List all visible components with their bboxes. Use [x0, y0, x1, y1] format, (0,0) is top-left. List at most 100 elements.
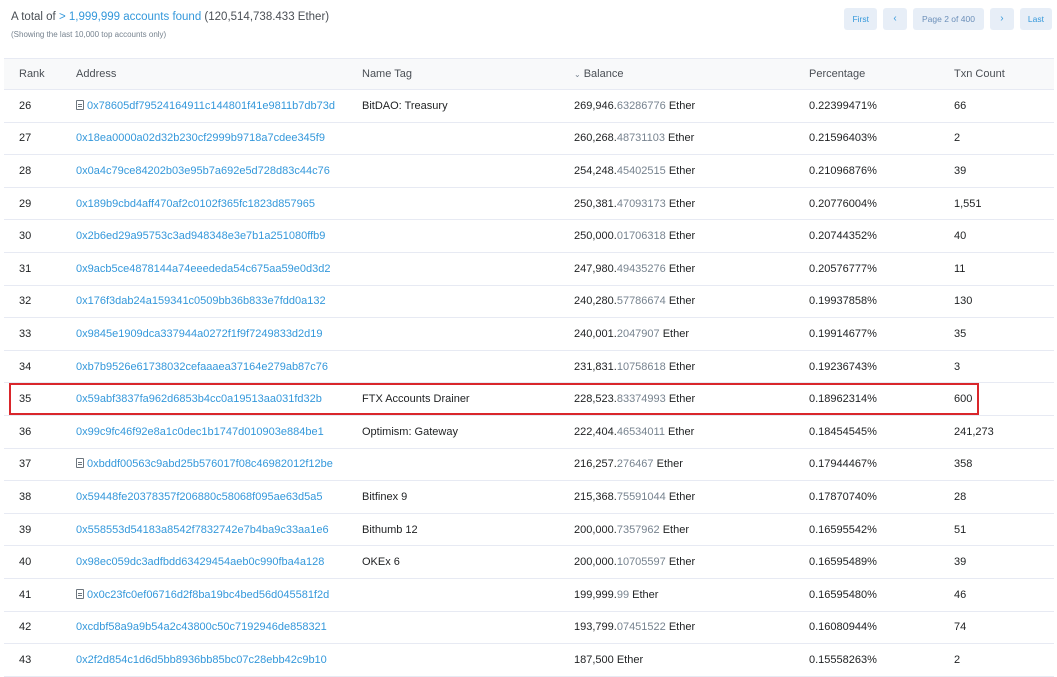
- table-row: 41 0x0c23fc0ef06716d2f8ba19bc4bed56d04558…: [4, 578, 1054, 612]
- name-tag-cell: Bithumb 12: [362, 513, 574, 547]
- address-cell: 0x558553d54183a8542f7832742e7b4ba9c33aa1…: [76, 513, 362, 547]
- address-link[interactable]: 0x18ea0000a02d32b230cf2999b9718a7cdee345…: [76, 132, 325, 144]
- balance-decimals: 10705597: [616, 556, 666, 569]
- txn-count-cell: 3: [954, 350, 1054, 384]
- balance-integer: 215,368.: [574, 490, 617, 503]
- rank-cell: 37: [4, 448, 76, 482]
- balance-cell: 269,946.63286776 Ether: [574, 89, 809, 123]
- table-row: 43 0x2f2d854c1d6d5bb8936bb85bc07c28ebb42c…: [4, 643, 1054, 677]
- txn-count-cell: 28: [954, 480, 1054, 514]
- balance-cell: 200,000.10705597 Ether: [574, 545, 809, 579]
- address-link[interactable]: 0x98ec059dc3adfbdd63429454aeb0c990fba4a1…: [76, 556, 324, 568]
- balance-unit: Ether: [629, 588, 659, 601]
- balance-integer: 228,523.: [574, 393, 617, 406]
- balance-integer: 254,248.: [574, 164, 617, 177]
- col-txn-count: Txn Count: [954, 58, 1054, 90]
- percentage-cell: 0.22399471%: [809, 89, 954, 123]
- address-cell: 0x2b6ed29a95753c3ad948348e3e7b1a251080ff…: [76, 219, 362, 253]
- balance-cell: 193,799.07451522 Ether: [574, 611, 809, 645]
- table-row: 29 0x189b9cbd4aff470af2c0102f365fc1823d85…: [4, 187, 1054, 221]
- address-link[interactable]: 0xbddf00563c9abd25b576017f08c46982012f12…: [87, 458, 333, 470]
- name-tag-cell: [362, 317, 574, 351]
- address-link[interactable]: 0x59448fe20378357f206880c58068f095ae63d5…: [76, 491, 323, 503]
- address-link[interactable]: 0x9845e1909dca337944a0272f1f9f7249833d2d…: [76, 328, 323, 340]
- name-tag-cell: [362, 350, 574, 384]
- balance-unit: Ether: [613, 653, 644, 666]
- txn-count-cell: 35: [954, 317, 1054, 351]
- percentage-cell: 0.18962314%: [809, 382, 954, 416]
- address-link[interactable]: 0x78605df79524164911c144801f41e9811b7db7…: [87, 100, 335, 112]
- col-balance-label: Balance: [583, 68, 624, 80]
- percentage-cell: 0.20744352%: [809, 219, 954, 253]
- results-header: A total of > 1,999,999 accounts found (1…: [0, 0, 1057, 58]
- last-page-button[interactable]: Last: [1019, 8, 1052, 30]
- balance-cell: 260,268.48731103 Ether: [574, 122, 809, 156]
- percentage-cell: 0.20576777%: [809, 252, 954, 286]
- next-page-button[interactable]: ›: [989, 8, 1014, 30]
- txn-count-cell: 600: [954, 382, 1054, 416]
- balance-cell: 199,999.99 Ether: [574, 578, 809, 612]
- balance-integer: 247,980.: [574, 262, 617, 275]
- balance-decimals: 276467: [616, 458, 654, 471]
- txn-count-cell: 51: [954, 513, 1054, 547]
- balance-cell: 240,280.57786674 Ether: [574, 285, 809, 319]
- txn-count-cell: 11: [954, 252, 1054, 286]
- table-row: 39 0x558553d54183a8542f7832742e7b4ba9c33a…: [4, 513, 1054, 547]
- address-link[interactable]: 0x59abf3837fa962d6853b4cc0a19513aa031fd3…: [76, 393, 322, 405]
- address-link[interactable]: 0x558553d54183a8542f7832742e7b4ba9c33aa1…: [76, 524, 329, 536]
- accounts-summary: A total of > 1,999,999 accounts found (1…: [11, 11, 329, 23]
- name-tag-cell: [362, 122, 574, 156]
- accounts-found-link[interactable]: > 1,999,999 accounts found: [59, 11, 201, 23]
- percentage-cell: 0.16595480%: [809, 578, 954, 612]
- prev-page-button[interactable]: ‹: [882, 8, 907, 30]
- txn-count-cell: 40: [954, 219, 1054, 253]
- table-row: 40 0x98ec059dc3adfbdd63429454aeb0c990fba4…: [4, 545, 1054, 579]
- address-link[interactable]: 0x189b9cbd4aff470af2c0102f365fc1823d8579…: [76, 198, 315, 210]
- address-cell: 0x176f3dab24a159341c0509bb36b833e7fdd0a1…: [76, 285, 362, 319]
- balance-unit: Ether: [665, 99, 696, 112]
- address-link[interactable]: 0x99c9fc46f92e8a1c0dec1b1747d010903e884b…: [76, 426, 324, 438]
- txn-count-cell: 1,551: [954, 187, 1054, 221]
- pagination: First ‹ Page 2 of 400 › Last: [844, 8, 1052, 30]
- first-page-button[interactable]: First: [844, 8, 877, 30]
- address-cell: 0x0a4c79ce84202b03e95b7a692e5d728d83c44c…: [76, 154, 362, 188]
- col-balance[interactable]: ⌄ Balance: [574, 58, 809, 90]
- percentage-cell: 0.19937858%: [809, 285, 954, 319]
- txn-count-cell: 39: [954, 545, 1054, 579]
- txn-count-cell: 2: [954, 122, 1054, 156]
- balance-unit: Ether: [665, 230, 696, 243]
- name-tag-cell: [362, 611, 574, 645]
- txn-count-cell: 2: [954, 643, 1054, 677]
- balance-integer: 250,000.: [574, 230, 617, 243]
- col-rank: Rank: [4, 58, 76, 90]
- table-row: 36 0x99c9fc46f92e8a1c0dec1b1747d010903e88…: [4, 415, 1054, 449]
- rank-cell: 36: [4, 415, 76, 449]
- address-link[interactable]: 0x9acb5ce4878144a74eeededa54c675aa59e0d3…: [76, 263, 330, 275]
- name-tag-cell: [362, 578, 574, 612]
- col-address: Address: [76, 58, 362, 90]
- showing-note: (Showing the last 10,000 top accounts on…: [11, 30, 167, 39]
- address-link[interactable]: 0xb7b9526e61738032cefaaaea37164e279ab87c…: [76, 361, 328, 373]
- balance-decimals: 45402515: [616, 164, 666, 177]
- percentage-cell: 0.19914677%: [809, 317, 954, 351]
- address-link[interactable]: 0x0a4c79ce84202b03e95b7a692e5d728d83c44c…: [76, 165, 330, 177]
- address-cell: 0x59abf3837fa962d6853b4cc0a19513aa031fd3…: [76, 382, 362, 416]
- balance-unit: Ether: [664, 425, 695, 438]
- address-link[interactable]: 0xcdbf58a9a9b54a2c43800c50c7192946de8583…: [76, 621, 327, 633]
- table-row: 35 0x59abf3837fa962d6853b4cc0a19513aa031f…: [4, 382, 1054, 416]
- balance-unit: Ether: [665, 295, 696, 308]
- address-link[interactable]: 0x176f3dab24a159341c0509bb36b833e7fdd0a1…: [76, 295, 326, 307]
- address-link[interactable]: 0x2f2d854c1d6d5bb8936bb85bc07c28ebb42c9b…: [76, 654, 327, 666]
- balance-decimals: 10758618: [616, 360, 666, 373]
- table-row: 31 0x9acb5ce4878144a74eeededa54c675aa59e0…: [4, 252, 1054, 286]
- address-link[interactable]: 0x2b6ed29a95753c3ad948348e3e7b1a251080ff…: [76, 230, 325, 242]
- balance-integer: 240,001.: [574, 327, 617, 340]
- address-cell: 0x99c9fc46f92e8a1c0dec1b1747d010903e884b…: [76, 415, 362, 449]
- balance-decimals: 01706318: [616, 230, 666, 243]
- rank-cell: 34: [4, 350, 76, 384]
- name-tag-cell: [362, 643, 574, 677]
- rank-cell: 29: [4, 187, 76, 221]
- address-link[interactable]: 0x0c23fc0ef06716d2f8ba19bc4bed56d045581f…: [87, 589, 329, 601]
- table-body: 26 0x78605df79524164911c144801f41e9811b7d…: [4, 89, 1054, 677]
- address-cell: 0xcdbf58a9a9b54a2c43800c50c7192946de8583…: [76, 611, 362, 645]
